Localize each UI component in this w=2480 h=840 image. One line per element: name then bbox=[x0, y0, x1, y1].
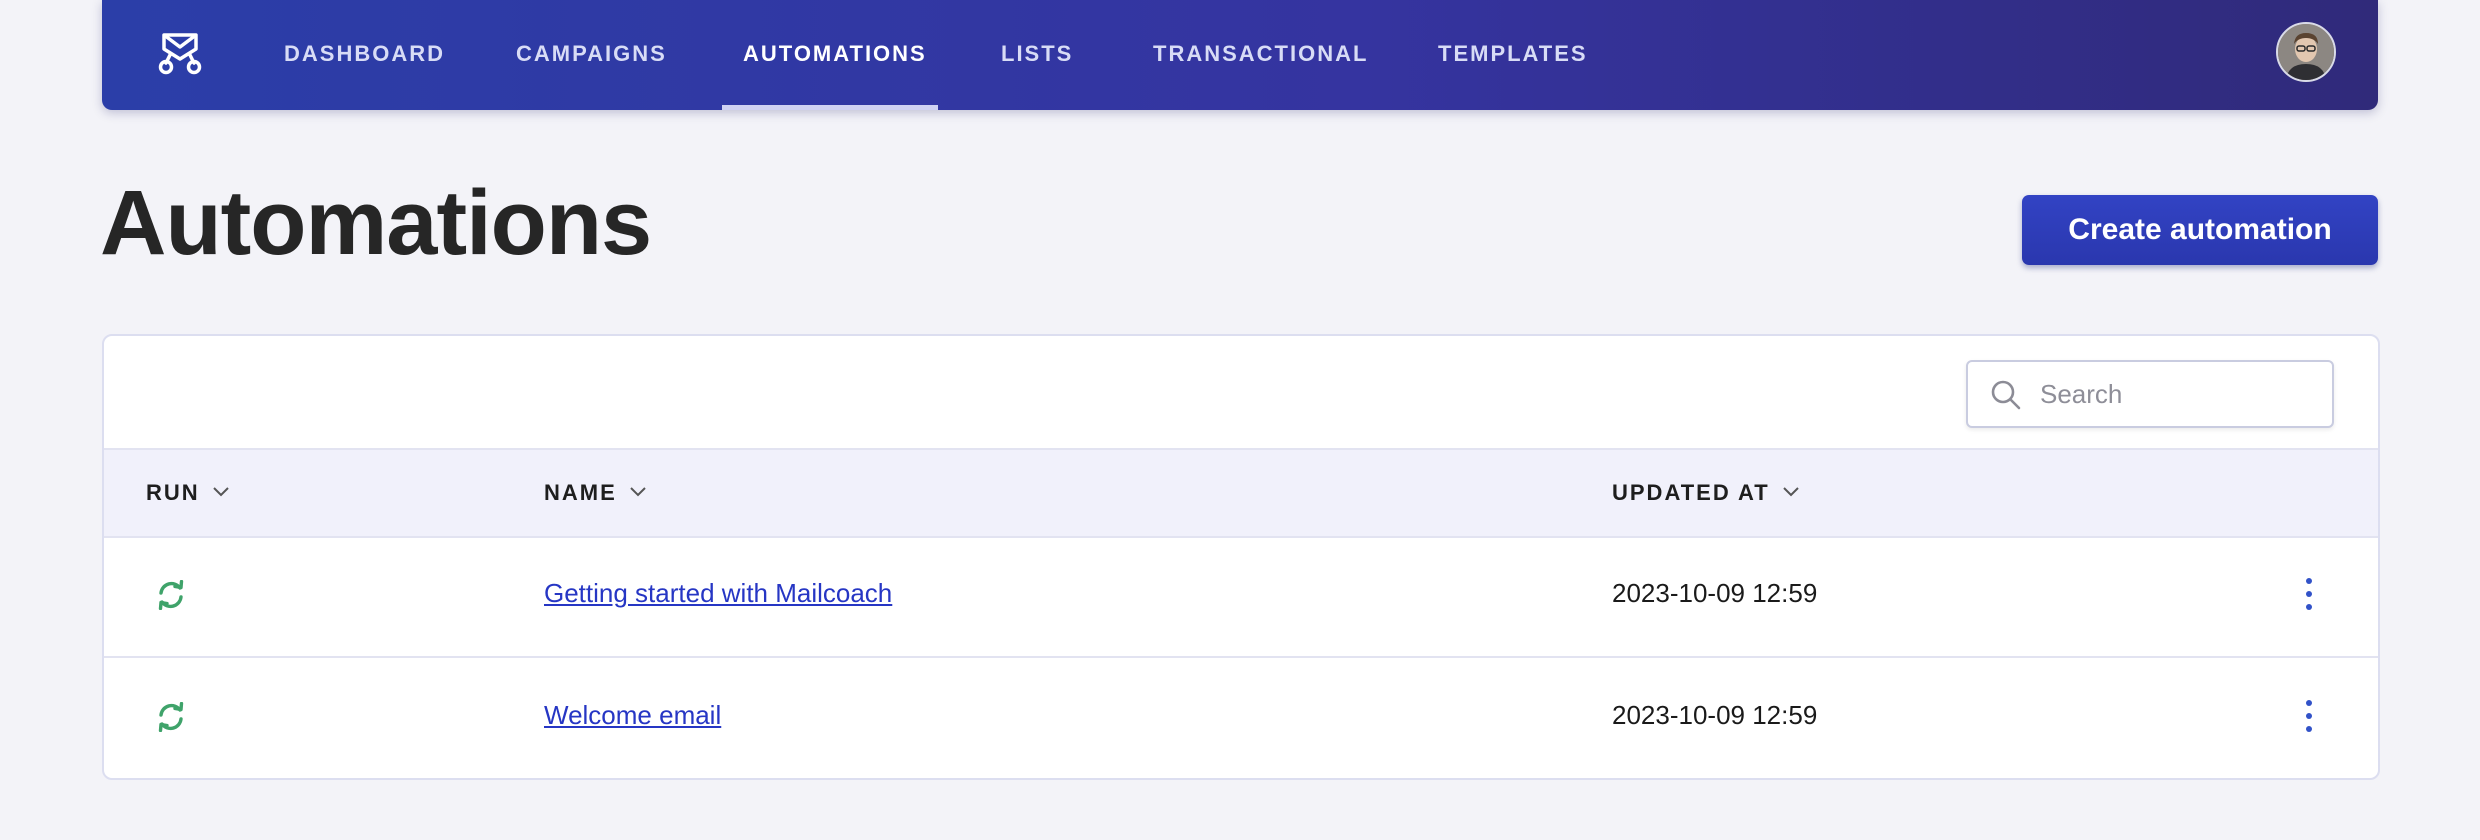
nav-item-automations[interactable]: AUTOMATIONS bbox=[743, 0, 927, 110]
automation-name-link[interactable]: Getting started with Mailcoach bbox=[544, 578, 892, 609]
column-header-run-label: RUN bbox=[146, 480, 200, 505]
automation-name-link[interactable]: Welcome email bbox=[544, 700, 721, 731]
create-automation-button[interactable]: Create automation bbox=[2022, 195, 2378, 265]
nav-item-campaigns[interactable]: CAMPAIGNS bbox=[516, 0, 667, 110]
more-options-icon[interactable] bbox=[2300, 576, 2318, 612]
more-options-icon[interactable] bbox=[2300, 698, 2318, 734]
chevron-down-icon bbox=[630, 487, 646, 497]
column-header-name-label: NAME bbox=[544, 480, 617, 505]
updated-at-cell: 2023-10-09 12:59 bbox=[1612, 578, 1818, 608]
automations-table-card: RUN NAME UPDATED AT Getting started with… bbox=[102, 334, 2380, 780]
avatar-portrait-icon bbox=[2278, 24, 2334, 80]
top-navbar: DASHBOARD CAMPAIGNS AUTOMATIONS LISTS TR… bbox=[102, 0, 2378, 110]
table-row: Welcome email 2023-10-09 12:59 bbox=[104, 656, 2378, 776]
page-title: Automations bbox=[100, 172, 652, 274]
active-tab-indicator bbox=[722, 105, 938, 110]
column-header-run[interactable]: RUN bbox=[146, 450, 230, 536]
chevron-down-icon bbox=[212, 487, 229, 497]
table-header: RUN NAME UPDATED AT bbox=[104, 448, 2378, 538]
chevron-down-icon bbox=[1782, 487, 1799, 497]
search-input[interactable] bbox=[2038, 362, 2322, 426]
column-header-updated-at[interactable]: UPDATED AT bbox=[1612, 450, 1800, 536]
nav-item-dashboard[interactable]: DASHBOARD bbox=[284, 0, 445, 110]
column-header-name[interactable]: NAME bbox=[544, 450, 647, 536]
search-field[interactable] bbox=[1966, 360, 2334, 428]
column-header-updated-at-label: UPDATED AT bbox=[1612, 480, 1770, 505]
search-icon bbox=[1991, 380, 2021, 410]
nav-item-templates[interactable]: TEMPLATES bbox=[1438, 0, 1588, 110]
nav-item-transactional[interactable]: TRANSACTIONAL bbox=[1153, 0, 1368, 110]
refresh-icon bbox=[158, 580, 184, 610]
nav-item-lists[interactable]: LISTS bbox=[1001, 0, 1073, 110]
updated-at-cell: 2023-10-09 12:59 bbox=[1612, 700, 1818, 730]
mailcoach-logo-icon[interactable] bbox=[156, 31, 204, 75]
table-row: Getting started with Mailcoach 2023-10-0… bbox=[104, 536, 2378, 654]
user-avatar[interactable] bbox=[2276, 22, 2336, 82]
refresh-icon bbox=[158, 702, 184, 732]
